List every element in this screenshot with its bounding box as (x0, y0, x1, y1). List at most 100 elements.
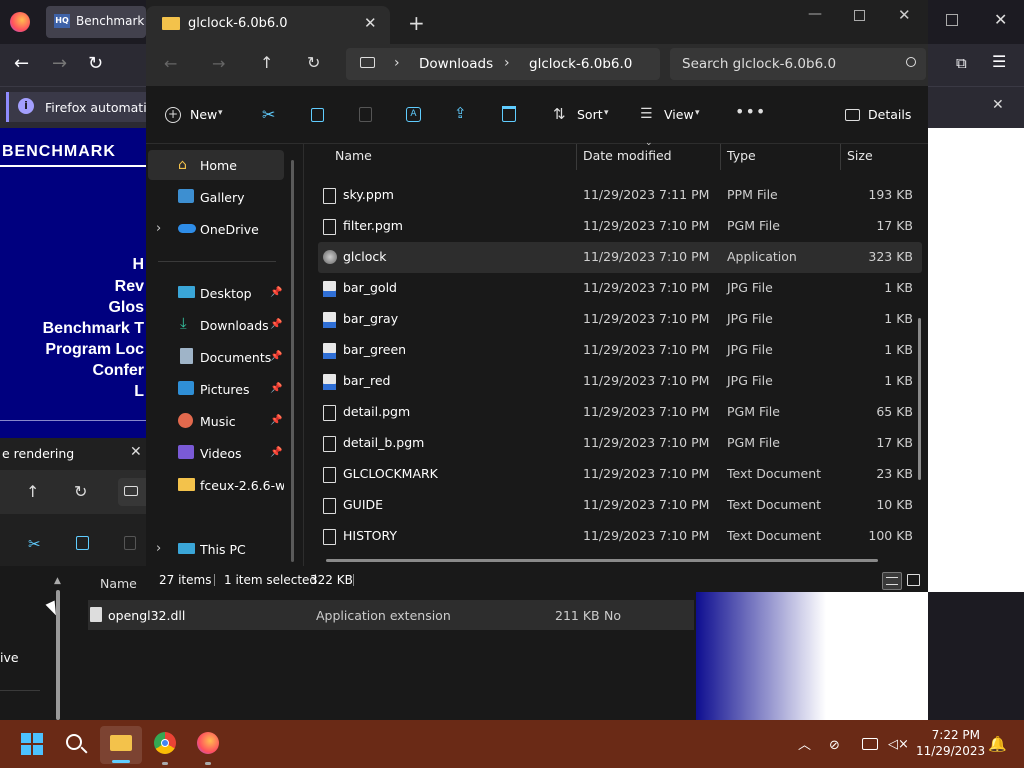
pin-icon[interactable]: 📌 (270, 383, 282, 394)
details-pane-icon[interactable] (845, 109, 860, 121)
bg-tab-close-icon[interactable]: ✕ (130, 444, 142, 460)
start-icon[interactable] (21, 733, 43, 755)
column-header-type[interactable]: Type (727, 148, 756, 163)
pictures-icon (178, 381, 194, 395)
copy-icon[interactable] (311, 108, 324, 122)
extensions-icon[interactable]: ⧉ (956, 54, 967, 72)
vertical-scrollbar[interactable] (918, 318, 921, 480)
new-button[interactable]: New (190, 107, 217, 122)
file-row[interactable]: filter.pgm 11/29/2023 7:10 PM PGM File 17 K… (318, 211, 922, 242)
details-button[interactable]: Details (868, 107, 911, 122)
bm-link[interactable]: H (132, 256, 144, 274)
breadcrumb-current[interactable]: glclock-6.0b6.0 (529, 56, 632, 72)
bm-link[interactable]: Program Loc (45, 341, 144, 359)
bm-link[interactable]: Rev (115, 278, 144, 296)
clock-date[interactable]: 11/29/2023 (916, 744, 985, 758)
bg-refresh-icon[interactable]: ↻ (74, 482, 87, 501)
bg-column-name[interactable]: Name (100, 576, 137, 591)
horizontal-scrollbar[interactable] (326, 559, 878, 562)
tab-close-icon[interactable]: ✕ (364, 14, 377, 32)
breadcrumb-downloads[interactable]: Downloads (419, 56, 493, 72)
paste-icon[interactable] (359, 107, 372, 122)
bg-nav-item[interactable]: ive (0, 650, 19, 665)
column-header-name[interactable]: Name (335, 148, 372, 163)
image-file-icon (323, 374, 336, 390)
pin-icon[interactable]: 📌 (270, 319, 282, 330)
nav-forward-icon[interactable]: → (212, 54, 225, 73)
file-type: PGM File (727, 404, 780, 419)
bg-copy-icon[interactable] (76, 536, 89, 550)
file-row[interactable]: GUIDE 11/29/2023 7:10 PM Text Document 10 K… (318, 490, 922, 521)
new-tab-icon[interactable]: + (408, 11, 425, 35)
file-row[interactable]: bar_green 11/29/2023 7:10 PM JPG File 1 KB (318, 335, 922, 366)
reload-icon[interactable]: ↻ (88, 53, 103, 74)
videos-icon (178, 445, 194, 459)
nav-up-icon[interactable]: ↑ (260, 53, 273, 72)
firefox-taskbar-icon[interactable] (197, 732, 219, 754)
file-size: 17 KB (876, 435, 913, 450)
page-background (928, 128, 1024, 592)
file-row[interactable]: bar_red 11/29/2023 7:10 PM JPG File 1 KB (318, 366, 922, 397)
cut-icon[interactable]: ✂ (262, 105, 275, 124)
nav-scrollbar[interactable] (291, 160, 294, 562)
sort-button[interactable]: Sort (577, 107, 603, 122)
maximize-icon[interactable] (854, 10, 865, 21)
pin-icon[interactable]: 📌 (270, 287, 282, 298)
bm-link[interactable]: Confer (92, 362, 144, 380)
thumbnails-view-icon[interactable] (907, 574, 920, 586)
notification-bell-icon[interactable]: 🔔 (988, 735, 1007, 753)
notification-close-icon[interactable]: ✕ (992, 97, 1004, 113)
search-icon[interactable] (906, 57, 916, 67)
display-icon[interactable] (862, 738, 878, 750)
share-icon[interactable]: ⇪ (454, 104, 467, 122)
file-size: 323 KB (868, 249, 913, 264)
file-row[interactable]: HISTORY 11/29/2023 7:10 PM Text Document 10… (318, 521, 922, 552)
explorer-tab-title: glclock-6.0b6.0 (188, 16, 288, 31)
bm-link[interactable]: L (134, 383, 144, 401)
bm-link[interactable]: Glos (108, 299, 144, 317)
sort-icon[interactable]: ⇅ (553, 105, 566, 123)
pin-icon[interactable]: 📌 (270, 447, 282, 458)
pin-icon[interactable]: 📌 (270, 351, 282, 362)
pin-icon[interactable]: 📌 (270, 415, 282, 426)
bg-scroll-up-icon[interactable]: ▲ (54, 576, 61, 586)
volume-icon[interactable]: ◁× (888, 737, 909, 752)
more-options-icon[interactable]: ••• (735, 102, 766, 121)
window-close-icon[interactable]: ✕ (898, 6, 911, 24)
minimize-icon[interactable]: — (808, 6, 822, 22)
back-icon[interactable]: ← (14, 53, 29, 74)
file-date: 11/29/2023 7:10 PM (583, 466, 710, 481)
file-row[interactable]: sky.ppm 11/29/2023 7:11 PM PPM File 193 KB (318, 180, 922, 211)
new-icon[interactable]: + (165, 107, 181, 123)
file-row[interactable]: detail.pgm 11/29/2023 7:10 PM PGM File 65 K… (318, 397, 922, 428)
delete-icon[interactable] (502, 106, 516, 122)
firefox-icon[interactable] (10, 12, 30, 32)
file-row[interactable]: glclock 11/29/2023 7:10 PM Application 323 … (318, 242, 922, 273)
clock-time[interactable]: 7:22 PM (928, 728, 980, 742)
view-button[interactable]: View (664, 107, 694, 122)
bg-cut-icon[interactable]: ✂ (28, 535, 41, 553)
firefox-close-icon[interactable]: ✕ (994, 10, 1007, 29)
file-row[interactable]: bar_gold 11/29/2023 7:10 PM JPG File 1 KB (318, 273, 922, 304)
column-header-date[interactable]: Date modified (583, 148, 672, 163)
bg-up-icon[interactable]: ↑ (26, 482, 39, 501)
column-header-size[interactable]: Size (847, 148, 873, 163)
network-icon[interactable]: ⊘ (829, 738, 840, 753)
menu-icon[interactable]: ☰ (992, 52, 1006, 71)
firefox-restore-icon[interactable] (946, 14, 958, 26)
file-name: bar_gold (343, 280, 397, 295)
file-row[interactable]: GLCLOCKMARK 11/29/2023 7:10 PM Text Docume… (318, 459, 922, 490)
file-row[interactable]: detail_b.pgm 11/29/2023 7:10 PM PGM File 17… (318, 428, 922, 459)
file-size: 1 KB (884, 311, 913, 326)
app-icon (323, 250, 337, 264)
rename-icon[interactable]: A (406, 107, 421, 122)
view-icon[interactable]: ☰ (640, 106, 653, 122)
forward-icon[interactable]: → (52, 53, 67, 74)
nav-back-icon[interactable]: ← (164, 54, 177, 73)
nav-refresh-icon[interactable]: ↻ (307, 53, 320, 72)
show-hidden-icons-icon[interactable]: ︿ (798, 734, 811, 753)
bm-link[interactable]: Benchmark T (43, 320, 144, 338)
bg-paste-icon[interactable] (124, 536, 136, 550)
file-type: PGM File (727, 435, 780, 450)
file-row[interactable]: bar_gray 11/29/2023 7:10 PM JPG File 1 KB (318, 304, 922, 335)
